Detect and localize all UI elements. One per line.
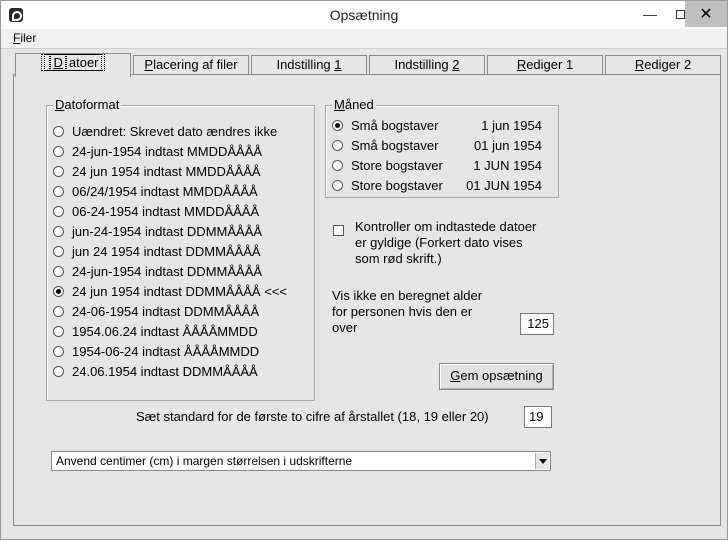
tab-datoer[interactable]: Datoer — [15, 53, 131, 77]
maaned-option[interactable]: Store bogstaver 1 JUN 1954 — [332, 156, 552, 174]
minimize-icon: — — [643, 6, 657, 22]
datoformat-option-label: 1954.06.24 indtast ÅÅÅÅMMDD — [72, 323, 258, 339]
datoformat-option-label: 06-24-1954 indtast MMDDÅÅÅÅ — [72, 203, 260, 219]
tab-rediger-2[interactable]: Rediger 2 — [605, 55, 721, 75]
datoformat-option-label: jun-24-1954 indtast DDMMÅÅÅÅ — [72, 223, 263, 239]
datoformat-title: Datoformat — [53, 97, 122, 112]
maaned-option[interactable]: Store bogstaver 01 JUN 1954 — [332, 176, 552, 194]
maaned-option-example: 01 jun 1954 — [474, 137, 542, 153]
datoformat-option[interactable]: 1954-06-24 indtast ÅÅÅÅMMDD — [53, 342, 259, 360]
maaned-option[interactable]: Små bogstaver 1 jun 1954 — [332, 116, 552, 134]
maaned-group: Måned Små bogstaver 1 jun 1954 Små bogstav… — [325, 97, 559, 198]
datoformat-option[interactable]: 06-24-1954 indtast MMDDÅÅÅÅ — [53, 202, 259, 220]
chevron-down-icon[interactable] — [535, 453, 549, 469]
maximize-icon — [675, 9, 685, 19]
radio-button[interactable] — [53, 205, 64, 217]
close-button[interactable]: ✕ — [685, 1, 727, 27]
radio-button[interactable] — [53, 225, 64, 237]
alder-input[interactable]: 125 — [520, 313, 554, 335]
datoformat-option-label: 24-jun-1954 indtast DDMMÅÅÅÅ — [72, 263, 263, 279]
kontroller-checkbox[interactable] — [333, 225, 344, 236]
datoformat-option-label: 06/24/1954 indtast MMDDÅÅÅÅ — [72, 183, 258, 199]
radio-button[interactable] — [53, 285, 64, 297]
datoformat-option-label: 24 jun 1954 indtast MMDDÅÅÅÅ — [72, 163, 261, 179]
radio-button[interactable] — [53, 245, 64, 257]
datoformat-option[interactable]: 24 jun 1954 indtast MMDDÅÅÅÅ — [53, 162, 261, 180]
title-bar: Opsætning — ✕ — [1, 1, 727, 29]
datoformat-option-label: Uændret: Skrevet dato ændres ikke — [72, 123, 278, 139]
datoformat-option[interactable]: Uændret: Skrevet dato ændres ikke — [53, 122, 277, 140]
datoformat-group: Datoformat Uændret: Skrevet dato ændres … — [46, 97, 315, 401]
datoformat-option-label: 24-jun-1954 indtast MMDDÅÅÅÅ — [72, 143, 263, 159]
settings-window: Opsætning — ✕ Filer Datoer Placering af … — [0, 0, 728, 540]
radio-button[interactable] — [53, 265, 64, 277]
gem-opsaetning-button[interactable]: Gem opsætning — [439, 363, 554, 390]
radio-button[interactable] — [53, 365, 64, 377]
datoformat-option[interactable]: 24-jun-1954 indtast DDMMÅÅÅÅ — [53, 262, 262, 280]
radio-button[interactable] — [53, 125, 64, 137]
tab-placering-af-filer[interactable]: Placering af filer — [133, 55, 249, 75]
radio-button[interactable] — [53, 345, 64, 357]
maaned-option[interactable]: Små bogstaver 01 jun 1954 — [332, 136, 552, 154]
radio-button[interactable] — [53, 165, 64, 177]
datoformat-option-label: 24-06-1954 indtast DDMMÅÅÅÅ — [72, 303, 260, 319]
menu-bar: Filer — [1, 29, 727, 49]
tab-indstilling-2[interactable]: Indstilling 2 — [369, 55, 485, 75]
datoformat-option-label: 1954-06-24 indtast ÅÅÅÅMMDD — [72, 343, 260, 359]
datoformat-option[interactable]: jun 24 1954 indtast DDMMÅÅÅÅ — [53, 242, 261, 260]
tab-indstilling-1[interactable]: Indstilling 1 — [251, 55, 367, 75]
maaned-title: Måned — [332, 97, 376, 112]
maaned-option-example: 01 JUN 1954 — [466, 177, 542, 193]
datoformat-option-label: 24.06.1954 indtast DDMMÅÅÅÅ — [72, 363, 258, 379]
radio-button[interactable] — [53, 145, 64, 157]
radio-button[interactable] — [53, 325, 64, 337]
datoformat-option[interactable]: 24.06.1954 indtast DDMMÅÅÅÅ — [53, 362, 258, 380]
datoformat-option[interactable]: jun-24-1954 indtast DDMMÅÅÅÅ — [53, 222, 262, 240]
window-title: Opsætning — [329, 7, 399, 23]
datoformat-option-label: 24 jun 1954 indtast DDMMÅÅÅÅ <<< — [72, 283, 287, 299]
datoformat-option[interactable]: 1954.06.24 indtast ÅÅÅÅMMDD — [53, 322, 258, 340]
standard-label: Sæt standard for de første to cifre af å… — [136, 409, 489, 424]
tab-panel-datoer: Datoformat Uændret: Skrevet dato ændres … — [13, 74, 721, 526]
radio-button[interactable] — [53, 305, 64, 317]
menu-filer[interactable]: Filer — [13, 31, 36, 45]
radio-button[interactable] — [53, 185, 64, 197]
datoformat-option[interactable]: 24-jun-1954 indtast MMDDÅÅÅÅ — [53, 142, 262, 160]
datoformat-option[interactable]: 24 jun 1954 indtast DDMMÅÅÅÅ <<< — [53, 282, 287, 300]
close-icon: ✕ — [699, 6, 713, 23]
margin-unit-select[interactable]: Anvend centimer (cm) i margen størrelsen… — [51, 451, 551, 471]
maaned-option-example: 1 JUN 1954 — [473, 157, 542, 173]
minimize-button[interactable]: — — [633, 1, 667, 27]
kontroller-label: Kontroller om indtastede datoer er gyldi… — [355, 219, 537, 266]
datoformat-option[interactable]: 24-06-1954 indtast DDMMÅÅÅÅ — [53, 302, 259, 320]
datoformat-option[interactable]: 06/24/1954 indtast MMDDÅÅÅÅ — [53, 182, 258, 200]
datoformat-option-label: jun 24 1954 indtast DDMMÅÅÅÅ — [72, 243, 261, 259]
alder-label: Vis ikke en beregnet alder for personen … — [332, 288, 483, 335]
tab-rediger-1[interactable]: Rediger 1 — [487, 55, 603, 75]
standard-input[interactable]: 19 — [524, 406, 552, 428]
maaned-option-example: 1 jun 1954 — [481, 117, 542, 133]
